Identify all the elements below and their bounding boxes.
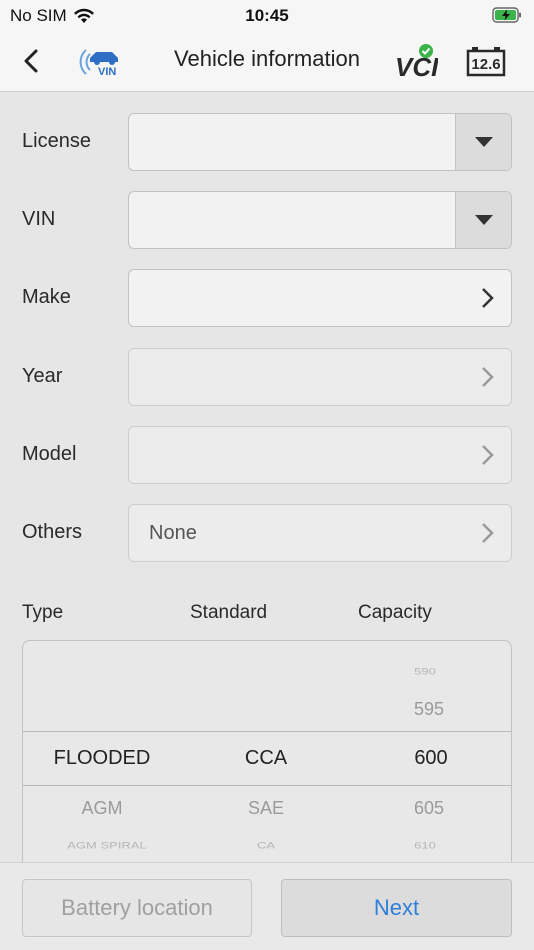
make-field[interactable] xyxy=(128,269,512,327)
battery-location-button[interactable]: Battery location xyxy=(22,879,252,937)
model-label: Model xyxy=(22,443,77,465)
make-row: Make xyxy=(0,269,534,327)
capacity-option[interactable]: 595 xyxy=(385,699,473,720)
license-field[interactable] xyxy=(128,113,512,171)
chevron-right-icon xyxy=(482,445,494,465)
model-row: Model xyxy=(0,426,534,484)
others-field[interactable]: None xyxy=(128,504,512,562)
battery-spec-picker[interactable]: FLOODED AGM AGM SPIRAL CCA SAE CA 590 59… xyxy=(22,640,512,870)
license-label: License xyxy=(22,130,91,152)
next-button[interactable]: Next xyxy=(281,879,512,937)
capacity-option[interactable]: 605 xyxy=(385,798,473,819)
license-dropdown-button[interactable] xyxy=(455,114,511,170)
year-label: Year xyxy=(22,365,63,387)
battery-charging-icon xyxy=(492,7,521,23)
bottom-action-bar: Battery location Next xyxy=(0,862,534,950)
capacity-option[interactable]: 590 xyxy=(385,666,465,677)
type-column-header: Type xyxy=(22,602,64,623)
vin-row: VIN xyxy=(0,191,534,249)
voltage-value: 12.6 xyxy=(471,56,500,73)
vin-dropdown-button[interactable] xyxy=(455,192,511,248)
year-field[interactable] xyxy=(128,348,512,406)
type-option-selected[interactable]: FLOODED xyxy=(23,747,181,770)
chevron-right-icon xyxy=(482,367,494,387)
others-value: None xyxy=(149,522,197,544)
capacity-option[interactable]: 610 xyxy=(385,840,465,851)
nav-bar: VIN Vehicle information VCI 12.6 xyxy=(0,32,534,92)
battery-voltage-icon[interactable]: 12.6 xyxy=(466,44,506,78)
status-bar: No SIM 10:45 xyxy=(0,0,534,32)
vin-label: VIN xyxy=(22,208,56,230)
type-option[interactable]: AGM SPIRAL xyxy=(23,840,191,851)
standard-option[interactable]: SAE xyxy=(223,798,309,819)
standard-option-selected[interactable]: CCA xyxy=(223,747,309,770)
dropdown-arrow-icon xyxy=(474,215,493,225)
standard-option[interactable]: CA xyxy=(223,840,309,851)
others-row: Others None xyxy=(0,504,534,562)
capacity-column-header: Capacity xyxy=(358,602,432,623)
type-option[interactable]: AGM xyxy=(23,798,181,819)
model-field[interactable] xyxy=(128,426,512,484)
capacity-option-selected[interactable]: 600 xyxy=(385,747,477,770)
page-title: Vehicle information xyxy=(174,46,360,71)
clock: 10:45 xyxy=(245,6,289,25)
vin-field[interactable] xyxy=(128,191,512,249)
dropdown-arrow-icon xyxy=(474,137,493,147)
others-label: Others xyxy=(22,521,83,543)
standard-column-header: Standard xyxy=(190,602,268,623)
chevron-right-icon xyxy=(482,288,494,308)
vci-text: VCI xyxy=(395,52,438,82)
license-row: License xyxy=(0,113,534,171)
chevron-right-icon xyxy=(482,523,494,543)
year-row: Year xyxy=(0,348,534,406)
make-label: Make xyxy=(22,286,71,308)
vci-connected-icon[interactable]: VCI xyxy=(394,42,438,82)
